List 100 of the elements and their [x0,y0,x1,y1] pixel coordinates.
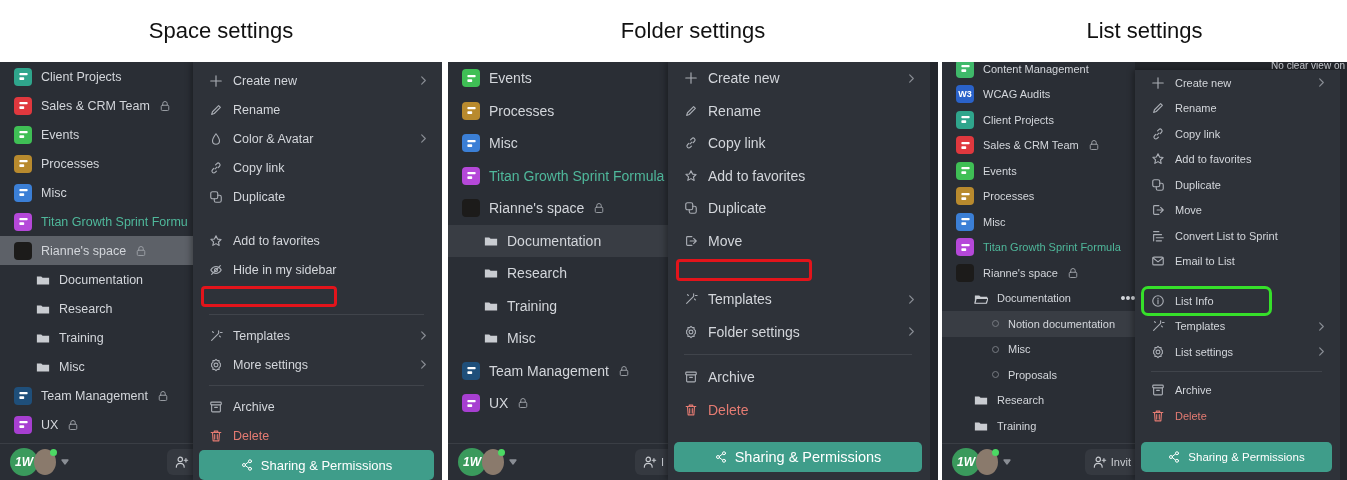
sidebar-item[interactable]: Processes [0,149,193,178]
sidebar-item[interactable]: Misc [448,322,668,355]
menu-item[interactable]: Duplicate [676,192,920,225]
sidebar-item[interactable]: Processes [448,94,668,127]
sidebar-item[interactable]: Processes [942,183,1135,209]
chevron-icon [907,327,916,337]
workspace-logo[interactable]: 1W [10,448,38,476]
menu-item[interactable]: Templates [676,283,920,316]
sidebar-item[interactable]: Rianne's space [448,192,668,225]
sidebar-item[interactable]: Research [448,257,668,290]
sidebar-item[interactable]: Notion documentation [942,311,1135,337]
menu-item[interactable]: Rename [1143,95,1330,121]
workspace-logo[interactable]: 1W [952,448,980,476]
menu-item[interactable]: Templates [201,321,432,351]
status-dot [50,448,57,456]
sidebar-item[interactable]: Events [942,158,1135,184]
menu-item[interactable]: Archive [201,392,432,422]
sidebar-item[interactable]: Training [942,413,1135,439]
sidebar-item[interactable]: Titan Growth Sprint Formula [942,234,1135,260]
workspace-logo[interactable]: 1W [458,448,486,476]
sidebar-item[interactable]: W3 WCAG Audits [942,81,1135,107]
menu-item[interactable]: Rename [201,95,432,124]
menu-item[interactable]: Templates [1143,313,1330,339]
sidebar-item[interactable]: Research [942,387,1135,413]
sidebar-item[interactable]: Misc [0,178,193,207]
sidebar-item[interactable]: Documentation [942,285,1135,311]
sidebar-item[interactable]: Rianne's space [0,236,193,265]
menu-item[interactable]: Rename [676,94,920,127]
menu-item[interactable]: More settings [201,350,432,380]
sidebar-item[interactable]: Documentation [448,224,668,257]
sidebar-item[interactable]: Misc [942,336,1135,362]
sidebar-item[interactable]: Sales & CRM Team [942,132,1135,158]
info-icon [1151,293,1165,308]
sidebar-item[interactable]: Team Management [0,381,193,410]
sidebar-item[interactable]: Events [448,62,668,95]
item-label: Titan Growth Sprint Formula [489,167,665,184]
sidebar-item[interactable]: Proposals [942,362,1135,388]
invite-button[interactable]: Invit [1084,449,1135,475]
menu-item[interactable]: Delete [676,393,920,426]
item-label: Documentation [59,272,144,287]
sidebar-item[interactable]: Titan Growth Sprint Formula [448,159,668,192]
invite-button[interactable] [167,449,193,475]
sidebar-item[interactable]: Misc [942,209,1135,235]
pencil-icon [209,102,223,117]
sidebar-item[interactable]: Rianne's space [942,260,1135,286]
sidebar-item[interactable]: Client Projects [0,62,193,91]
sidebar-item[interactable]: UX [448,387,668,420]
menu-item[interactable]: Copy link [1143,121,1330,147]
archive-icon [684,370,698,385]
menu-item[interactable]: Duplicate [201,182,432,211]
sidebar-item[interactable]: Client Projects [942,107,1135,133]
menu-item[interactable]: Email to List [1143,248,1330,274]
content-text: No clear view on [1135,62,1347,70]
pencil-icon [684,103,698,118]
sidebar-item[interactable]: Team Management [448,354,668,387]
menu-item[interactable]: Create new [201,66,432,95]
menu-item[interactable]: Delete [201,421,432,451]
menu-item[interactable]: Archive [1143,377,1330,403]
share-icon [240,459,253,472]
menu-item[interactable]: Copy link [201,153,432,182]
item-label: Client Projects [983,113,1054,126]
chevron-icon [1317,321,1326,331]
chevron-icon [419,134,428,143]
chevron-icon [1317,78,1326,88]
plus-icon [1151,75,1165,90]
sidebar-item[interactable]: Sales & CRM Team [0,91,193,120]
menu-item[interactable]: List Info [1143,288,1270,314]
menu-item[interactable]: Archive [676,361,920,394]
sidebar-item[interactable]: UX [0,410,193,439]
menu-item[interactable]: Create new [1143,70,1330,96]
archive-icon [1151,383,1165,398]
lock-icon [1066,266,1079,279]
menu-item[interactable]: Duplicate [1143,172,1330,198]
chevron-icon [419,360,428,370]
menu-item[interactable]: Color & Avatar [201,124,432,153]
menu-item[interactable]: Create new [676,62,920,95]
sidebar-item[interactable]: Content Management [942,62,1135,82]
sidebar-item[interactable]: Misc [0,352,193,381]
menu-item[interactable]: Add to favorites [1143,146,1330,172]
menu-item[interactable]: Add to favorites [201,226,432,256]
sidebar-item[interactable]: Misc [448,127,668,160]
sidebar-item[interactable]: Research [0,294,193,323]
menu-item[interactable]: Convert List to Sprint [1143,223,1330,249]
sidebar-item[interactable]: Events [0,120,193,149]
menu-item[interactable]: Move [676,224,920,257]
menu-item[interactable]: Hide in my sidebar [201,255,432,285]
sidebar-item[interactable]: Documentation [0,265,193,294]
sidebar-item[interactable]: Titan Growth Sprint Formu [0,207,193,236]
invite-button[interactable]: I [634,449,668,475]
menu-item[interactable]: Folder settings [676,315,920,348]
sidebar-item[interactable]: Training [0,323,193,352]
open-folder-icon [974,292,988,305]
caret-icon [1003,458,1011,466]
sidebar-item[interactable]: Training [448,289,668,322]
wand-icon [209,328,223,343]
menu-item[interactable]: List settings [1143,339,1330,365]
menu-item[interactable]: Move [1143,197,1330,223]
menu-item[interactable]: Delete [1143,403,1330,429]
menu-item[interactable]: Add to favorites [676,159,920,192]
menu-item[interactable]: Copy link [676,127,920,160]
